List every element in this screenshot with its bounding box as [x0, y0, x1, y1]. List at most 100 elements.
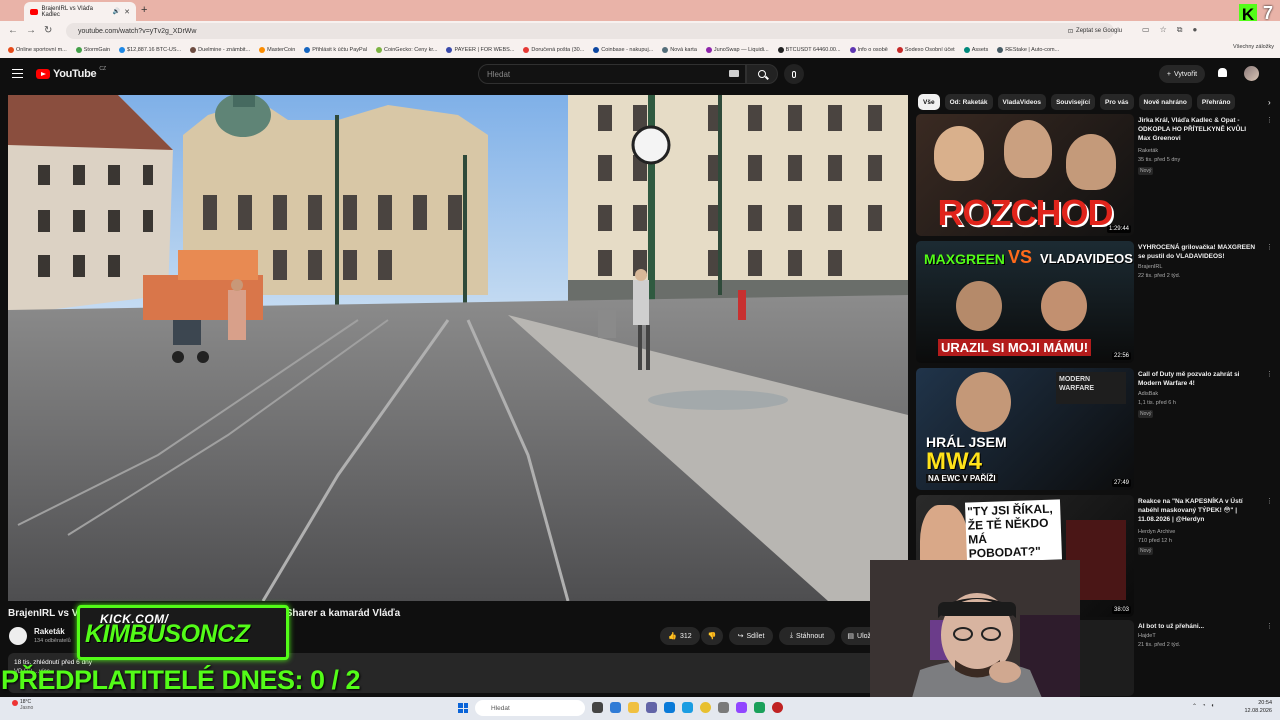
download-button[interactable]: ⤓ Stáhnout	[779, 627, 835, 645]
hamburger-menu-icon[interactable]	[12, 69, 23, 78]
more-vert-icon[interactable]: ⋮	[1266, 622, 1273, 630]
keyboard-icon[interactable]	[729, 70, 739, 77]
chrome-icon[interactable]	[700, 702, 711, 713]
tray-chevron-icon[interactable]: ⌃	[1192, 703, 1197, 710]
search-input[interactable]: Hledat	[478, 64, 746, 84]
taskbar-clock[interactable]: 20:54 12.08.2026	[1236, 699, 1272, 715]
bookmark-item[interactable]: Přihlásit k účtu PayPal	[304, 46, 367, 53]
bookmark-star-icon[interactable]: ☆	[1160, 25, 1167, 35]
recommendation-title[interactable]: Reakce na "Na KAPESNÍKA v Ústí nabéhl ma…	[1138, 497, 1258, 524]
video-player[interactable]	[8, 95, 908, 601]
recommendation-channel[interactable]: AdisBak	[1138, 391, 1158, 397]
recommendation-item[interactable]: MAXGREEN VS VLADAVIDEOS URAZIL SI MOJI M…	[916, 241, 1274, 363]
bookmark-item[interactable]: BTCUSDT 64460.00...	[777, 46, 841, 53]
user-avatar[interactable]	[1244, 66, 1259, 81]
weather-widget[interactable]: 18°C Jasno	[12, 699, 33, 711]
browser-tab-active[interactable]: BrajenIRL vs Vláďa Kadlec 🔊 ✕	[24, 2, 136, 21]
bookmark-item[interactable]: StormGain	[75, 46, 110, 53]
twitch-icon[interactable]	[736, 702, 747, 713]
bookmark-item[interactable]: Nová karta	[662, 46, 697, 53]
filter-chip[interactable]: Pro vás	[1100, 94, 1134, 110]
taskbar-search-input[interactable]: Hledat	[475, 700, 585, 716]
bookmark-item[interactable]: Info o osobě	[849, 46, 888, 53]
create-button[interactable]: + Vytvořit	[1159, 65, 1205, 83]
thumbnail-text-right: VLADAVIDEOS	[1040, 251, 1133, 266]
more-vert-icon[interactable]: ⋮	[1266, 497, 1273, 505]
tab-close-icon[interactable]: ✕	[124, 8, 130, 16]
recommendation-title[interactable]: VYHROCENÁ grilovačka! MAXGREEN se pustil…	[1138, 243, 1258, 261]
video-thumbnail[interactable]: ROZCHOD 1:29:44	[916, 114, 1134, 236]
address-bar[interactable]: youtube.com/watch?v=yTv2g_XDrWw	[66, 23, 1114, 39]
more-vert-icon[interactable]: ⋮	[1266, 116, 1273, 124]
cast-icon[interactable]: ▭	[1142, 25, 1150, 35]
filter-chip[interactable]: VladaVideos	[997, 94, 1047, 110]
bookmark-item[interactable]: CoinGecko: Ceny kr...	[375, 46, 437, 53]
chevron-right-icon[interactable]: ›	[1268, 98, 1271, 107]
filter-chip[interactable]: Od: Raketák	[944, 94, 993, 110]
more-vert-icon[interactable]: ⋮	[1266, 243, 1273, 251]
windows-start-icon[interactable]	[458, 703, 468, 713]
dislike-button[interactable]: 👎	[701, 627, 723, 645]
task-view-icon[interactable]	[592, 702, 603, 713]
notifications-bell-icon[interactable]	[1218, 68, 1227, 77]
forward-icon[interactable]: →	[26, 25, 36, 36]
reload-icon[interactable]: ↻	[44, 25, 52, 36]
bookmark-item[interactable]: Sodexo Osobní účet	[896, 46, 955, 53]
bookmark-item[interactable]: Doručená pošta (30...	[523, 46, 584, 53]
bookmark-item[interactable]: JunoSwap — Liquidi...	[705, 46, 769, 53]
new-badge: Nový	[1138, 547, 1154, 555]
video-thumbnail[interactable]: MODERN WARFARE HRÁL JSEM MW4 NA EWC V PA…	[916, 368, 1134, 490]
app-icon[interactable]	[718, 702, 729, 713]
bookmark-item[interactable]: REStake | Auto-com...	[997, 46, 1059, 53]
youtube-logo[interactable]: YouTube CZ	[36, 66, 106, 80]
all-bookmarks[interactable]: Všechny záložky	[1233, 44, 1274, 50]
xbox-icon[interactable]	[754, 702, 765, 713]
voice-search-button[interactable]	[784, 64, 804, 84]
recommendation-channel[interactable]: Raketák	[1138, 148, 1158, 154]
volume-icon[interactable]: ◖	[1211, 703, 1215, 710]
youtube-favicon-icon	[30, 8, 38, 15]
recommendation-item[interactable]: MODERN WARFARE HRÁL JSEM MW4 NA EWC V PA…	[916, 368, 1274, 490]
filter-chip[interactable]: Související	[1051, 94, 1096, 110]
bookmark-item[interactable]: $12,887.16 BTC-US...	[119, 46, 181, 53]
recommendation-title[interactable]: AI bot to už přeháni...	[1138, 622, 1258, 631]
channel-avatar[interactable]	[9, 627, 27, 645]
bookmark-item[interactable]: PAYEER | FOR WEBS...	[446, 46, 514, 53]
bookmark-item[interactable]: Coinbase - nakupuj...	[593, 46, 653, 53]
teams-icon[interactable]	[646, 702, 657, 713]
filter-chip[interactable]: Nově nahráno	[1138, 94, 1192, 110]
recommendation-channel[interactable]: HajdeT	[1138, 633, 1156, 639]
channel-name[interactable]: Raketák	[34, 627, 65, 636]
recommendation-title[interactable]: Jirka Král, Vláďa Kadlec & Opat - ODKOPL…	[1138, 116, 1258, 143]
recommendation-item[interactable]: ROZCHOD 1:29:44 Jirka Král, Vláďa Kadlec…	[916, 114, 1274, 236]
like-button[interactable]: 👍 312	[660, 627, 700, 645]
edge-icon[interactable]	[682, 702, 693, 713]
bookmark-item[interactable]: Assets	[963, 46, 988, 53]
bookmark-favicon-icon	[523, 46, 530, 53]
video-duration: 1:29:44	[1106, 225, 1131, 233]
share-button[interactable]: ↪ Sdílet	[729, 627, 773, 645]
recommendation-channel[interactable]: BrajenIRL	[1138, 264, 1162, 270]
bookmark-item[interactable]: MasterCoin	[259, 46, 295, 53]
more-vert-icon[interactable]: ⋮	[1266, 370, 1273, 378]
bookmark-favicon-icon	[446, 46, 453, 53]
copilot-icon[interactable]	[610, 702, 621, 713]
search-button[interactable]	[746, 64, 778, 84]
file-explorer-icon[interactable]	[628, 702, 639, 713]
new-tab-button[interactable]: +	[141, 4, 147, 16]
recommendation-channel[interactable]: Herdyn Archive	[1138, 529, 1175, 535]
extensions-icon[interactable]: ⧉	[1177, 25, 1183, 35]
obs-icon[interactable]	[772, 702, 783, 713]
video-thumbnail[interactable]: MAXGREEN VS VLADAVIDEOS URAZIL SI MOJI M…	[916, 241, 1134, 363]
filter-chip[interactable]: Vše	[918, 94, 940, 110]
ask-google-button[interactable]: ⊡ Zeptat se Googlu	[1068, 24, 1122, 38]
back-icon[interactable]: ←	[8, 25, 18, 36]
network-icon[interactable]: ◔	[1202, 703, 1206, 710]
store-icon[interactable]	[664, 702, 675, 713]
recommendation-title[interactable]: Call of Duty mě pozvalo zahrát si Modern…	[1138, 370, 1258, 388]
filter-chip[interactable]: Přehráno	[1196, 94, 1236, 110]
bookmark-item[interactable]: Duelmine - známbit...	[190, 46, 250, 53]
bookmark-item[interactable]: Online sportovní m...	[8, 46, 67, 53]
speaker-icon[interactable]: 🔊	[113, 8, 120, 15]
profile-icon[interactable]: ●	[1192, 25, 1197, 35]
